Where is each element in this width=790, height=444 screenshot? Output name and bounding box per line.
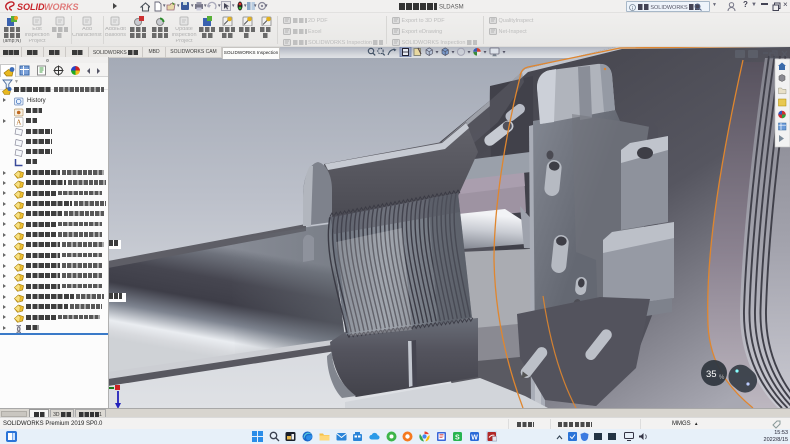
svg-text:A: A <box>16 118 21 126</box>
svg-text:%: % <box>719 375 725 381</box>
svg-text:35: 35 <box>706 369 717 380</box>
svg-text:SOLID: SOLID <box>17 2 45 12</box>
svg-text:WORKS: WORKS <box>44 2 79 12</box>
svg-text:W: W <box>471 435 478 442</box>
svg-text:S: S <box>455 435 460 442</box>
